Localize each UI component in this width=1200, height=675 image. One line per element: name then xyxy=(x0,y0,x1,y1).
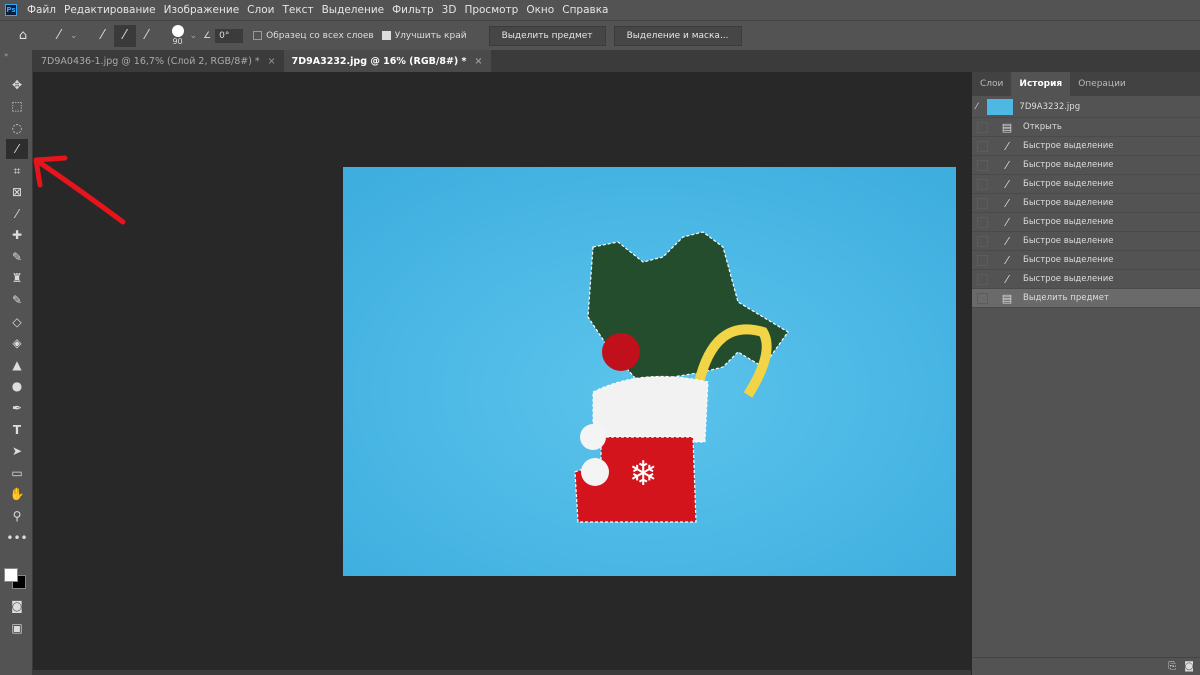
quick-selection-icon: ⁄ xyxy=(1006,215,1008,229)
sample-all-layers-checkbox[interactable]: Образец со всех слоев xyxy=(253,30,374,41)
history-state-label: Быстрое выделение xyxy=(1023,236,1114,246)
document-icon: ▤ xyxy=(1001,291,1013,305)
history-state[interactable]: ⁄ Быстрое выделение xyxy=(972,213,1200,232)
svg-text:❄: ❄ xyxy=(629,454,658,494)
history-brush-source-icon[interactable]: ⁄ xyxy=(976,102,977,112)
history-panel: Слои История Операции ⁄ 7D9A3232.jpg ▤ От… xyxy=(972,72,1200,675)
tab-document-2[interactable]: 7D9A3232.jpg @ 16% (RGB/8#) * × xyxy=(283,50,491,72)
menu-3d[interactable]: 3D xyxy=(442,4,457,16)
history-brush-source-checkbox[interactable] xyxy=(977,254,988,266)
paint-bucket-icon[interactable]: ◈ xyxy=(6,333,28,353)
menu-type[interactable]: Текст xyxy=(282,4,313,16)
history-state-label: Быстрое выделение xyxy=(1023,217,1114,227)
menu-help[interactable]: Справка xyxy=(562,4,608,16)
quick-selection-icon: ⁄ xyxy=(1006,234,1008,248)
pen-tool-icon[interactable]: ✒ xyxy=(6,398,28,418)
history-brush-source-checkbox[interactable] xyxy=(977,292,988,304)
history-brush-source-checkbox[interactable] xyxy=(977,178,988,190)
zoom-tool-icon[interactable]: ⚲ xyxy=(6,506,28,526)
history-brush-source-checkbox[interactable] xyxy=(977,140,988,152)
rectangle-tool-icon[interactable]: ▭ xyxy=(6,463,28,483)
quick-selection-icon: ⁄ xyxy=(1006,139,1008,153)
snapshot-thumbnail xyxy=(987,98,1014,115)
eraser-tool-icon[interactable]: ◇ xyxy=(6,312,28,332)
menu-layers[interactable]: Слои xyxy=(247,4,274,16)
history-snapshot[interactable]: ⁄ 7D9A3232.jpg xyxy=(972,96,1200,118)
canvas-area[interactable]: ❄ xyxy=(33,72,971,670)
angle-input[interactable]: 0° xyxy=(215,28,244,43)
history-state[interactable]: ⁄ Быстрое выделение xyxy=(972,194,1200,213)
document-icon: ▤ xyxy=(1001,120,1013,134)
history-brush-source-checkbox[interactable] xyxy=(977,159,988,171)
blur-tool-icon[interactable]: ▲ xyxy=(6,355,28,375)
quick-selection-icon: ⁄ xyxy=(1006,196,1008,210)
panel-footer: ⎘ ◙ xyxy=(972,657,1200,675)
enhance-edge-checkbox[interactable]: Улучшить край xyxy=(381,30,467,41)
dodge-tool-icon[interactable]: ● xyxy=(6,376,28,396)
type-tool-icon[interactable]: T xyxy=(6,420,28,440)
document-tabs: 7D9A0436-1.jpg @ 16,7% (Слой 2, RGB/8#) … xyxy=(33,50,1200,72)
new-document-from-state-icon[interactable]: ⎘ xyxy=(1168,661,1176,672)
quick-selection-icon: ⁄ xyxy=(1006,158,1008,172)
history-state-label: Быстрое выделение xyxy=(1023,141,1114,151)
history-state[interactable]: ▤ Открыть xyxy=(972,118,1200,137)
history-brush-source-checkbox[interactable] xyxy=(977,235,988,247)
history-brush-source-checkbox[interactable] xyxy=(977,216,988,228)
history-state[interactable]: ⁄ Быстрое выделение xyxy=(972,251,1200,270)
history-brush-source-checkbox[interactable] xyxy=(977,121,988,133)
history-state[interactable]: ⁄ Быстрое выделение xyxy=(972,156,1200,175)
close-icon[interactable]: × xyxy=(475,56,483,67)
history-state-label: Открыть xyxy=(1023,122,1062,132)
menu-select[interactable]: Выделение xyxy=(322,4,385,16)
history-state-label: Быстрое выделение xyxy=(1023,255,1114,265)
path-selection-icon[interactable]: ➤ xyxy=(6,441,28,461)
angle-icon: ∠ xyxy=(203,30,212,41)
close-icon[interactable]: × xyxy=(268,56,276,67)
new-snapshot-icon[interactable]: ◙ xyxy=(1184,661,1194,672)
tab-layers[interactable]: Слои xyxy=(972,72,1011,96)
quick-selection-icon: ⁄ xyxy=(1006,177,1008,191)
document-image[interactable]: ❄ xyxy=(343,167,956,576)
menu-view[interactable]: Просмотр xyxy=(464,4,518,16)
history-state[interactable]: ⁄ Быстрое выделение xyxy=(972,270,1200,289)
menu-window[interactable]: Окно xyxy=(526,4,554,16)
menu-filter[interactable]: Фильтр xyxy=(392,4,434,16)
history-state-label: Выделить предмет xyxy=(1023,293,1109,303)
quick-selection-icon: ⁄ xyxy=(1006,253,1008,267)
history-state-label: Быстрое выделение xyxy=(1023,160,1114,170)
history-state[interactable]: ⁄ Быстрое выделение xyxy=(972,232,1200,251)
status-bar xyxy=(33,670,971,675)
hand-tool-icon[interactable]: ✋ xyxy=(6,484,28,504)
history-state-label: Быстрое выделение xyxy=(1023,179,1114,189)
foreground-color-swatch[interactable] xyxy=(4,568,18,582)
quick-mask-icon[interactable]: ◙ xyxy=(6,596,28,616)
history-state-label: Быстрое выделение xyxy=(1023,198,1114,208)
select-and-mask-button[interactable]: Выделение и маска... xyxy=(613,25,742,46)
history-state-label: Быстрое выделение xyxy=(1023,274,1114,284)
annotation-arrow xyxy=(33,155,126,225)
screen-mode-icon[interactable]: ▣ xyxy=(6,618,28,638)
history-brush-source-checkbox[interactable] xyxy=(977,197,988,209)
panel-tabs: Слои История Операции xyxy=(972,72,1200,96)
history-state[interactable]: ▤ Выделить предмет xyxy=(972,289,1200,308)
quick-selection-icon: ⁄ xyxy=(1006,272,1008,286)
tab-actions[interactable]: Операции xyxy=(1070,72,1134,96)
history-brush-source-checkbox[interactable] xyxy=(977,273,988,285)
history-state[interactable]: ⁄ Быстрое выделение xyxy=(972,175,1200,194)
history-state[interactable]: ⁄ Быстрое выделение xyxy=(972,137,1200,156)
select-subject-button[interactable]: Выделить предмет xyxy=(488,25,606,46)
tab-history[interactable]: История xyxy=(1011,72,1071,96)
more-tools-icon[interactable]: ••• xyxy=(6,528,28,548)
boot-with-fir-branches-image: ❄ xyxy=(343,167,956,576)
